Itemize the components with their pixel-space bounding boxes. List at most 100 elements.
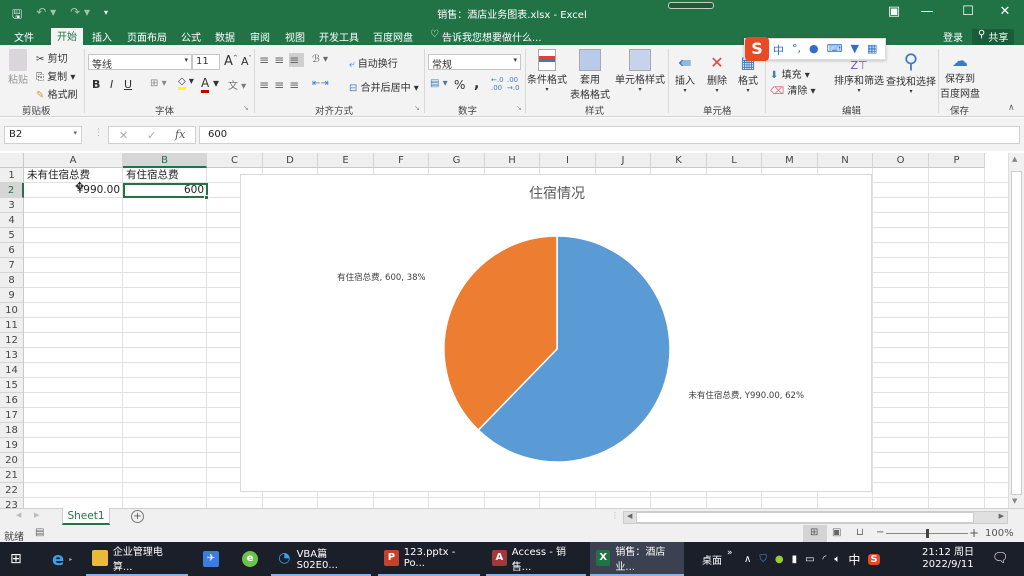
alignment-dialog-launcher[interactable]: ↘: [414, 104, 420, 112]
wrap-text-button[interactable]: ⤶ 自动换行: [349, 55, 398, 70]
scroll-down-button[interactable]: ▼: [1012, 497, 1017, 505]
prev-sheet-button[interactable]: ◀: [16, 511, 21, 519]
find-select-button[interactable]: ⚲ 查找和选择 ▾: [885, 49, 937, 95]
insert-cells-button[interactable]: ⇚ 插入 ▾: [672, 53, 698, 94]
taskbar-item-powerpoint[interactable]: P 123.pptx - Po...: [378, 542, 480, 576]
format-painter-button[interactable]: ✎ 格式刷: [36, 86, 78, 101]
formula-input[interactable]: 600: [199, 126, 1020, 144]
cut-button[interactable]: ✂ 剪切: [36, 50, 68, 65]
column-header-j[interactable]: J: [596, 153, 651, 168]
taskbar-item-excel[interactable]: X 销售：酒店业...: [590, 542, 684, 576]
column-header-m[interactable]: M: [762, 153, 818, 168]
tab-baidu-netdisk[interactable]: 百度网盘: [367, 29, 419, 45]
tab-page-layout[interactable]: 页面布局: [121, 29, 173, 45]
clear-button[interactable]: ⌫ 清除 ▾: [770, 82, 816, 97]
zoom-slider-thumb[interactable]: [926, 529, 929, 538]
wifi-icon[interactable]: ◜: [823, 554, 827, 565]
taskbar-item-feishu[interactable]: ✈: [197, 542, 225, 576]
ie-button[interactable]: e ▸: [46, 542, 78, 576]
insert-function-button[interactable]: fx: [175, 128, 185, 141]
number-dialog-launcher[interactable]: ↘: [516, 104, 522, 112]
underline-button[interactable]: U: [124, 78, 132, 91]
vertical-align-buttons[interactable]: ≡≡≡: [259, 53, 305, 67]
fill-handle[interactable]: [204, 195, 209, 200]
page-break-view-button[interactable]: ⊔: [856, 527, 864, 538]
column-header-h[interactable]: H: [485, 153, 540, 168]
ime-skin-icon[interactable]: ▼: [851, 42, 859, 58]
collapse-ribbon-button[interactable]: ∧: [1008, 103, 1015, 113]
sort-filter-button[interactable]: Z⊤ 排序和筛选 ▾: [833, 59, 885, 94]
paste-button[interactable]: 粘贴: [6, 49, 30, 86]
comma-button[interactable]: ,: [474, 76, 479, 92]
tab-developer[interactable]: 开发工具: [313, 29, 365, 45]
horizontal-scrollbar[interactable]: ◀ ▶: [623, 511, 1008, 524]
row-header-17[interactable]: 17: [0, 408, 24, 423]
page-layout-view-button[interactable]: ▣: [832, 527, 841, 538]
next-sheet-button[interactable]: ▶: [34, 511, 39, 519]
green-app-tray-icon[interactable]: ●: [775, 554, 784, 565]
borders-button[interactable]: ⊞ ▾: [150, 78, 167, 89]
show-hidden-icons-button[interactable]: ∧: [744, 554, 751, 565]
conditional-formatting-button[interactable]: 条件格式 ▾: [527, 49, 567, 93]
normal-view-button[interactable]: ⊞: [803, 525, 827, 542]
minimize-button[interactable]: —: [912, 4, 942, 19]
ime-voice-icon[interactable]: ●: [809, 42, 819, 58]
copy-button[interactable]: ⎘ 复制 ▾: [36, 68, 75, 83]
horizontal-scroll-thumb[interactable]: [636, 512, 974, 523]
zoom-percent[interactable]: 100%: [985, 528, 1014, 539]
tab-view[interactable]: 视图: [279, 29, 311, 45]
column-header-l[interactable]: L: [707, 153, 762, 168]
usb-device-icon[interactable]: ▮: [792, 554, 798, 565]
name-box[interactable]: B2 ▾: [4, 126, 82, 144]
column-header-e[interactable]: E: [318, 153, 374, 168]
sogou-logo-icon[interactable]: S: [745, 37, 769, 61]
sheet-tab-sheet1[interactable]: Sheet1: [62, 508, 110, 525]
row-header-20[interactable]: 20: [0, 453, 24, 468]
fill-button[interactable]: ⬇ 填充 ▾: [770, 66, 810, 81]
new-sheet-button[interactable]: +: [131, 510, 144, 523]
ime-language-indicator[interactable]: 中: [848, 551, 860, 568]
row-header-14[interactable]: 14: [0, 363, 24, 378]
row-header-1[interactable]: 1: [0, 168, 24, 183]
row-header-8[interactable]: 8: [0, 273, 24, 288]
pie-chart[interactable]: 住宿情况 未有住宿总费, Y990.00, 62% 有住宿总费, 600, 38…: [240, 174, 872, 492]
bold-button[interactable]: B: [92, 78, 100, 91]
sogou-tray-icon[interactable]: S: [868, 553, 880, 565]
clock[interactable]: 21:12 周日 2022/9/11: [922, 547, 974, 571]
signin-link[interactable]: 登录: [937, 29, 969, 45]
save-to-baidu-button[interactable]: ☁ 保存到 百度网盘: [940, 51, 980, 100]
phonetic-button[interactable]: 文 ▾: [228, 77, 246, 92]
decrease-decimal-button[interactable]: .00 →.0: [507, 76, 521, 92]
row-header-11[interactable]: 11: [0, 318, 24, 333]
horizontal-align-buttons[interactable]: ≡≡≡: [259, 78, 304, 92]
maximize-button[interactable]: ☐: [953, 4, 983, 19]
battery-icon[interactable]: ▭: [805, 554, 814, 565]
column-header-p[interactable]: P: [929, 153, 985, 168]
scroll-right-button[interactable]: ▶: [999, 512, 1004, 520]
start-button[interactable]: ⊞: [4, 542, 36, 576]
ime-chinese-mode-icon[interactable]: 中: [773, 42, 784, 58]
volume-icon[interactable]: 🔈︎: [834, 554, 840, 565]
ime-toolbox-icon[interactable]: ▦: [867, 42, 877, 58]
cell-b1[interactable]: 有住宿总费: [124, 168, 181, 183]
close-button[interactable]: ✕: [990, 4, 1020, 19]
row-header-23[interactable]: 23: [0, 498, 24, 508]
font-dialog-launcher[interactable]: ↘: [243, 104, 249, 112]
taskbar-item-explorer[interactable]: 企业管理电算...: [86, 542, 188, 576]
tab-split-handle[interactable]: ⋮: [611, 511, 619, 520]
row-header-10[interactable]: 10: [0, 303, 24, 318]
orientation-button[interactable]: ℬ ▾: [312, 54, 328, 65]
row-header-21[interactable]: 21: [0, 468, 24, 483]
number-format-dropdown[interactable]: 常规 ▾: [428, 54, 521, 71]
fill-color-button[interactable]: ◇ ▾: [178, 76, 194, 90]
row-header-13[interactable]: 13: [0, 348, 24, 363]
tab-home[interactable]: 开始: [51, 28, 83, 45]
accounting-format-button[interactable]: ▤ ▾: [430, 78, 448, 89]
action-center-icon[interactable]: 🗨︎: [992, 551, 1009, 566]
delete-cells-button[interactable]: ✕ 删除 ▾: [704, 53, 730, 94]
font-size-dropdown[interactable]: 11: [192, 54, 220, 70]
font-name-dropdown[interactable]: 等线 ▾: [88, 54, 192, 71]
italic-button[interactable]: I: [110, 78, 113, 91]
tab-data[interactable]: 数据: [209, 29, 241, 45]
row-header-15[interactable]: 15: [0, 378, 24, 393]
